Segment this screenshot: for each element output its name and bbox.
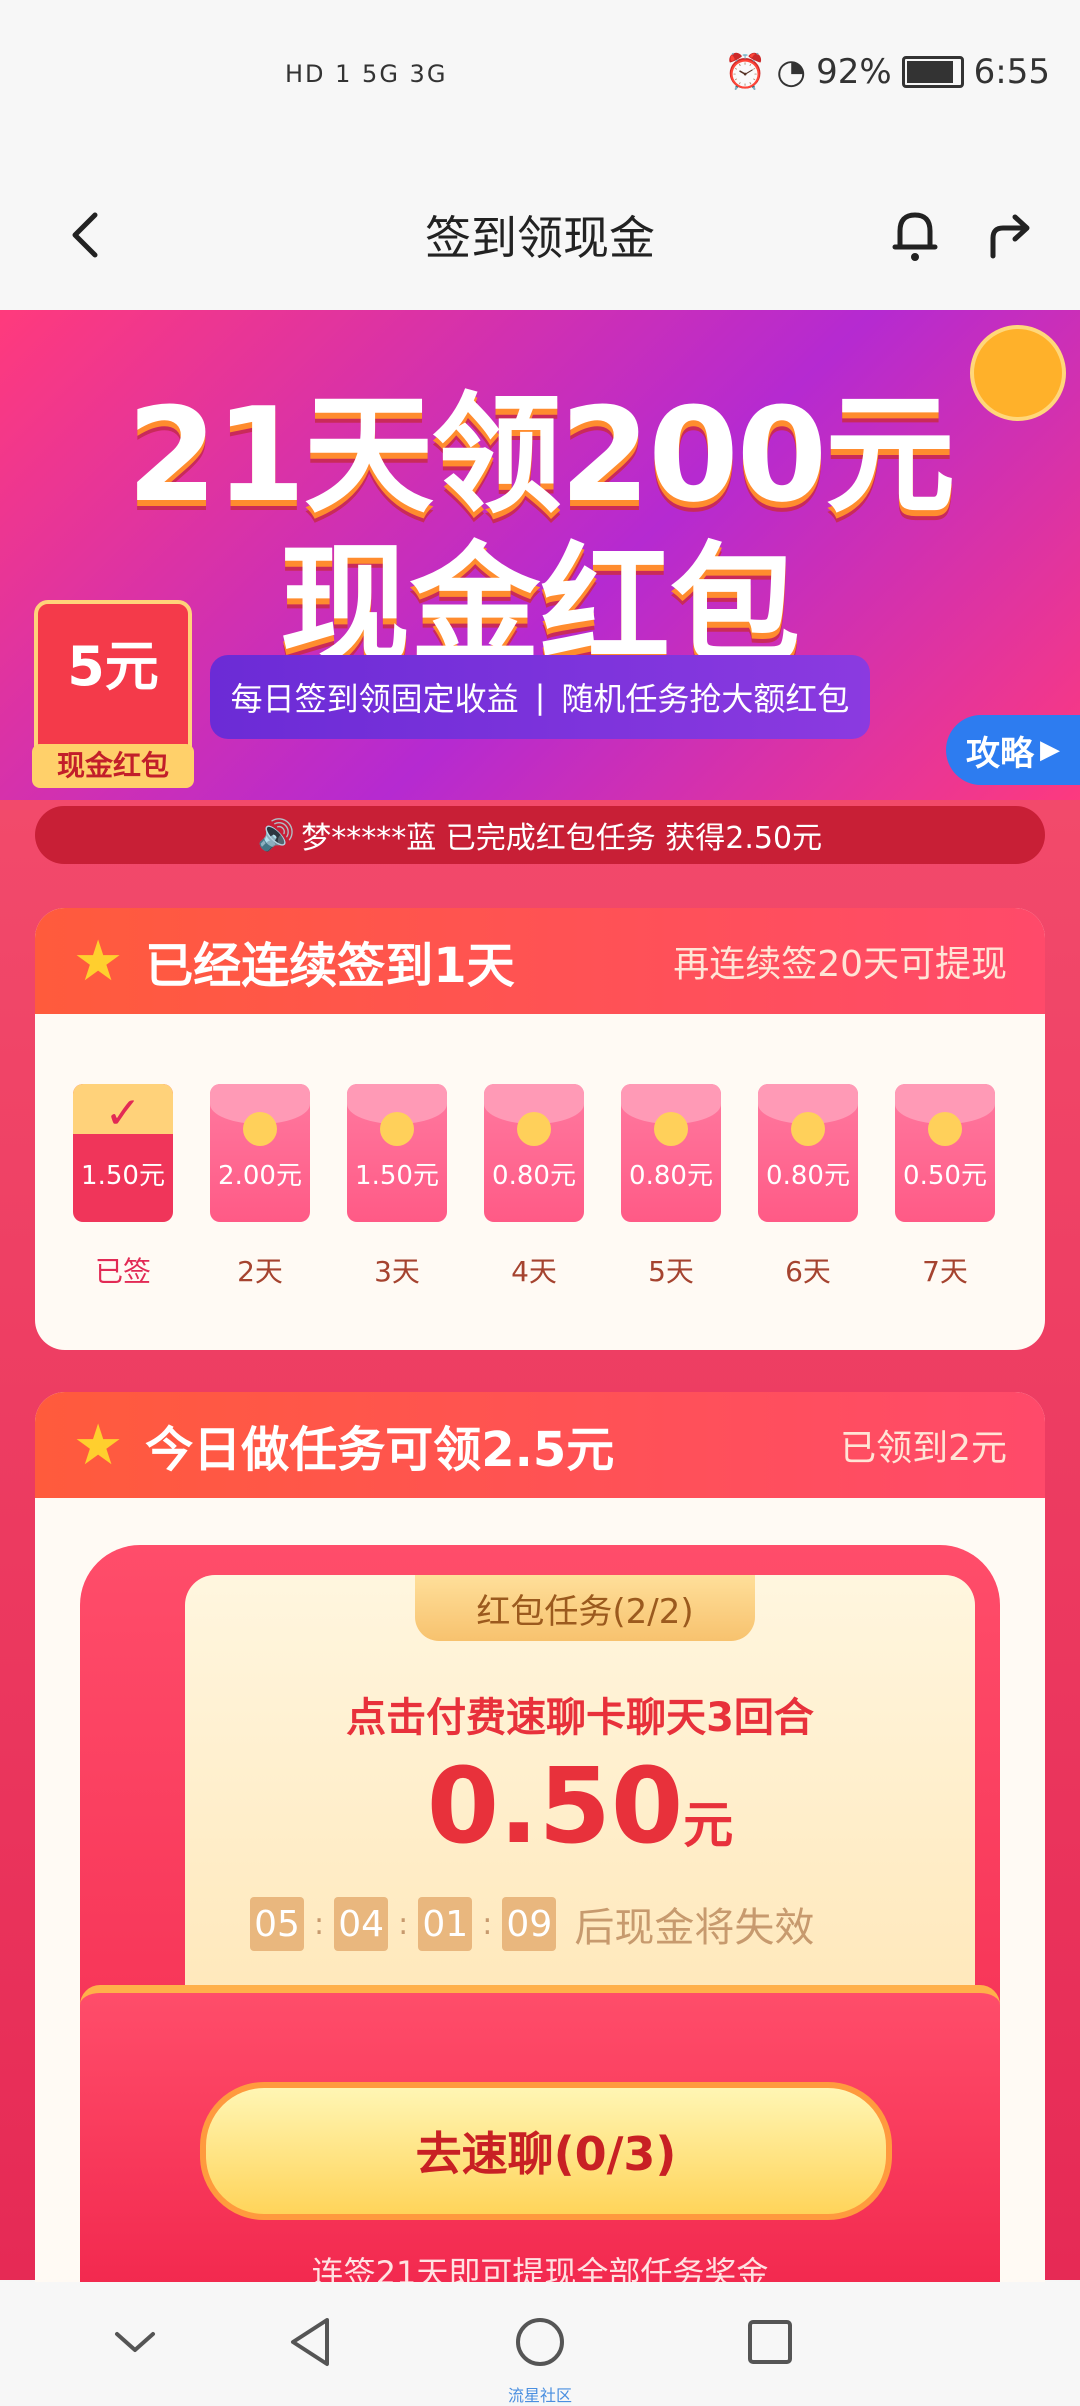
- nav-bar: 签到领现金: [0, 160, 1080, 310]
- bell-icon: [892, 212, 938, 261]
- status-bar: HD 1 5G 3G ⏰ ◔ 92% 6:55: [0, 0, 1080, 160]
- envelope: 2.00元: [210, 1084, 310, 1222]
- triangle-back-icon: [291, 2318, 329, 2366]
- battery-percent: 92%: [816, 52, 892, 92]
- envelope: 0.50元: [895, 1084, 995, 1222]
- recents-button[interactable]: [740, 2312, 800, 2372]
- day-label: 5天: [648, 1255, 694, 1288]
- envelope: 0.80元: [484, 1084, 584, 1222]
- day-label: 4天: [511, 1255, 557, 1288]
- share-button[interactable]: [970, 195, 1050, 275]
- badge-amount: 5元: [67, 635, 159, 698]
- cash-envelope-badge: 5元 现金红包: [32, 600, 194, 788]
- guide-label: 攻略: [966, 733, 1034, 774]
- signal-indicators: HD 1 5G 3G: [285, 60, 448, 88]
- task-amount-value: 0.50: [426, 1745, 684, 1867]
- hero-ribbon: 每日签到领固定收益 | 随机任务抢大额红包: [210, 655, 870, 739]
- square-recents-icon: [748, 2320, 792, 2364]
- timer-hours: 05: [250, 1897, 304, 1951]
- envelope: 0.80元: [621, 1084, 721, 1222]
- announcement-ticker: 🔊 梦*****蓝 已完成红包任务 获得2.50元: [35, 806, 1045, 864]
- task-amount: 0.50元: [185, 1745, 975, 1867]
- speaker-icon: 🔊: [257, 817, 296, 853]
- day-3[interactable]: 1.50元 3天: [347, 1084, 447, 1290]
- guide-button[interactable]: 攻略 ▶: [946, 715, 1080, 785]
- day-6[interactable]: 0.80元 6天: [758, 1084, 858, 1290]
- ribbon-divider: |: [534, 678, 546, 716]
- system-back-button[interactable]: [280, 2312, 340, 2372]
- chevron-down-icon: [115, 2332, 155, 2352]
- day-7[interactable]: 0.50元 7天: [895, 1084, 995, 1290]
- envelope-signed: ✓ 1.50元: [73, 1084, 173, 1222]
- battery-icon: [901, 56, 964, 88]
- notification-button[interactable]: [875, 195, 955, 275]
- day-label: 已签: [94, 1255, 151, 1288]
- collapse-button[interactable]: [105, 2312, 165, 2372]
- play-triangle-icon: ▶: [1040, 735, 1060, 765]
- checkin-subtitle: 再连续签20天可提现: [673, 944, 1007, 985]
- envelope: 0.80元: [758, 1084, 858, 1222]
- alarm-icon: ⏰: [724, 52, 767, 92]
- day-5[interactable]: 0.80元 5天: [621, 1084, 721, 1290]
- status-right: ⏰ ◔ 92% 6:55: [724, 52, 1050, 92]
- ticker-text: 梦*****蓝 已完成红包任务 获得2.50元: [301, 821, 823, 856]
- share-arrow-icon: [990, 214, 1030, 259]
- ribbon-text-b: 随机任务抢大额红包: [561, 680, 850, 718]
- checkin-days: ✓ 1.50元 已签 2.00元 2天 1.50元 3天 0.80元 4天 0.8…: [35, 1014, 1045, 1290]
- watermark: 流星社区: [507, 2386, 572, 2405]
- star-icon: ★: [73, 1412, 124, 1478]
- day-label: 7天: [922, 1255, 968, 1288]
- day-1[interactable]: ✓ 1.50元 已签: [73, 1084, 173, 1290]
- hero-banner: 21天领200元 现金红包 每日签到领固定收益 | 随机任务抢大额红包 5元 现…: [0, 310, 1080, 820]
- task-subtitle: 已领到2元: [840, 1428, 1007, 1469]
- day-label: 6天: [785, 1255, 831, 1288]
- circle-home-icon: [516, 2318, 564, 2366]
- task-description: 点击付费速聊卡聊天3回合: [346, 1695, 814, 1741]
- checkin-title: 已经连续签到1天: [145, 938, 515, 994]
- task-amount-unit: 元: [683, 1796, 734, 1854]
- task-header: ★ 今日做任务可领2.5元 已领到2元: [35, 1392, 1045, 1498]
- ribbon-text-a: 每日签到领固定收益: [230, 680, 519, 718]
- speed-icon: ◔: [776, 52, 807, 92]
- checkin-card: ★ 已经连续签到1天 再连续签20天可提现 ✓ 1.50元 已签 2.00元 2天…: [35, 908, 1045, 1350]
- day-label: 3天: [374, 1255, 420, 1288]
- day-4[interactable]: 0.80元 4天: [484, 1084, 584, 1290]
- star-icon: ★: [73, 928, 124, 994]
- badge-label: 现金红包: [32, 744, 194, 788]
- task-tag: 红包任务(2/2): [415, 1575, 755, 1641]
- go-chat-button[interactable]: 去速聊(0/3): [200, 2082, 892, 2220]
- checkin-header: ★ 已经连续签到1天 再连续签20天可提现: [35, 908, 1045, 1014]
- countdown-timer: 05 : 04 : 01 : 09 后现金将失效: [250, 1895, 814, 1953]
- check-icon: ✓: [104, 1088, 142, 1139]
- day-2[interactable]: 2.00元 2天: [210, 1084, 310, 1290]
- home-button[interactable]: [510, 2312, 570, 2372]
- envelope: 1.50元: [347, 1084, 447, 1222]
- day-label: 2天: [237, 1255, 283, 1288]
- timer-minutes: 04: [334, 1897, 389, 1951]
- timer-centis: 09: [502, 1897, 557, 1951]
- timer-suffix: 后现金将失效: [574, 1905, 815, 1951]
- timer-seconds: 01: [418, 1897, 473, 1951]
- clock: 6:55: [973, 52, 1050, 92]
- task-title: 今日做任务可领2.5元: [145, 1422, 615, 1478]
